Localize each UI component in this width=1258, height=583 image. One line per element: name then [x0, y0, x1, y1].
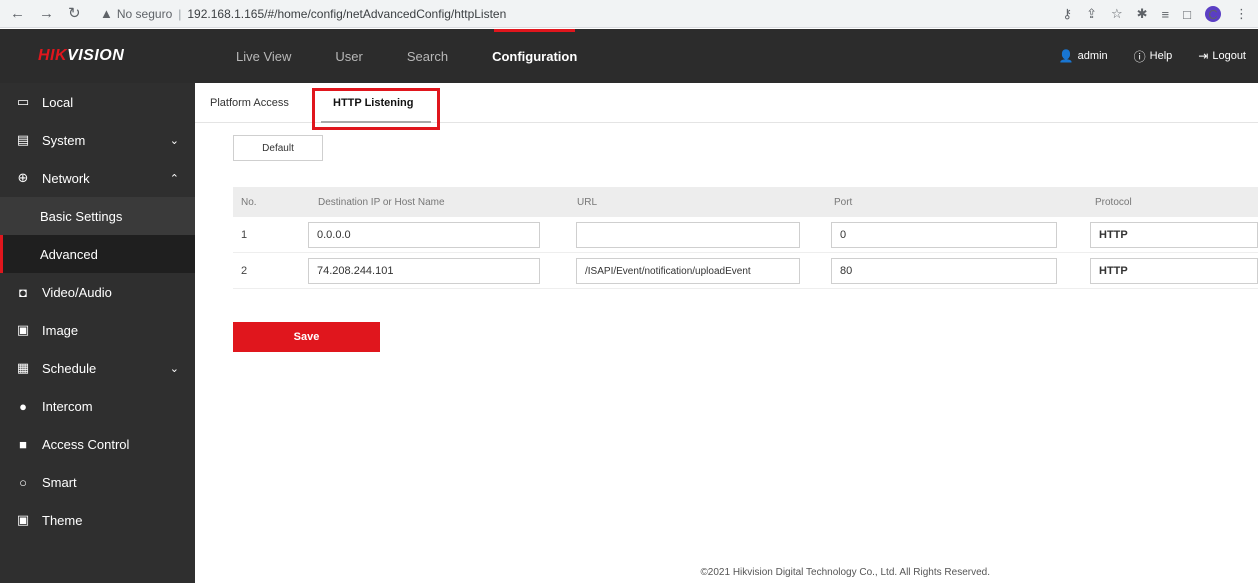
app-header: HIK VISION Live View User Search Configur…	[0, 29, 1258, 83]
logout-icon: ⇥	[1198, 49, 1209, 63]
user-menu[interactable]: 👤 admin	[1059, 49, 1108, 63]
port-input[interactable]: 0	[831, 222, 1057, 248]
protocol-select[interactable]: HTTP	[1090, 258, 1258, 284]
main-nav: Live View User Search Configuration	[236, 29, 621, 83]
main-content: Platform Access HTTP Listening Default N…	[195, 83, 1258, 583]
table-row: 1 0.0.0.0 0 HTTP	[233, 217, 1258, 253]
nav-configuration[interactable]: Configuration	[492, 29, 577, 83]
destination-input[interactable]: 0.0.0.0	[308, 222, 540, 248]
user-icon: 👤	[1058, 49, 1074, 63]
help-button[interactable]: ⓘ Help	[1134, 48, 1173, 65]
url-input[interactable]: /ISAPI/Event/notification/uploadEvent	[576, 258, 800, 284]
system-icon: ▤	[16, 132, 30, 147]
default-button[interactable]: Default	[233, 135, 323, 161]
security-label[interactable]: No seguro	[117, 7, 172, 21]
profile-avatar[interactable]: C	[1205, 6, 1221, 22]
star-icon[interactable]: ☆	[1111, 6, 1123, 22]
monitor-icon: ▭	[16, 94, 30, 109]
protocol-select[interactable]: HTTP	[1090, 222, 1258, 248]
help-label: Help	[1149, 50, 1173, 62]
nav-live-view[interactable]: Live View	[236, 29, 291, 83]
user-name: admin	[1077, 50, 1108, 62]
sidebar-item-schedule[interactable]: ▦ Schedule ⌄	[0, 349, 195, 387]
hikvision-logo: HIK VISION	[38, 47, 125, 64]
sidebar-item-basic-settings[interactable]: Basic Settings	[0, 197, 195, 235]
sidebar-label: Access Control	[42, 436, 130, 452]
destination-input[interactable]: 74.208.244.101	[308, 258, 540, 284]
header-actions: 👤 admin ⓘ Help ⇥ Logout	[1059, 29, 1246, 83]
tab-bar: Platform Access HTTP Listening	[195, 83, 1258, 130]
sidebar-label: System	[42, 132, 86, 148]
sidebar-item-smart[interactable]: ○ Smart	[0, 463, 195, 501]
browser-toolbar: ← → ↻ ▲ No seguro | 192.168.1.165/#/home…	[0, 0, 1258, 28]
key-icon[interactable]: ⚷	[1063, 6, 1073, 22]
browser-actions: ⚷ ⇪ ☆ ✱ ≡ □ C ⋮	[1063, 0, 1248, 28]
globe-icon: ⊕	[17, 170, 29, 185]
share-icon[interactable]: ⇪	[1086, 6, 1097, 22]
menu-kebab-icon[interactable]: ⋮	[1235, 6, 1248, 22]
chevron-down-icon: ⌄	[169, 362, 179, 375]
sidebar-item-access-control[interactable]: ■ Access Control	[0, 425, 195, 463]
sidebar: ▭ Local ▤ System ⌄ ⊕ Network ⌃ Basic Set…	[0, 83, 195, 583]
extensions-icon[interactable]: ✱	[1137, 6, 1148, 22]
sidebar-label: Schedule	[42, 360, 97, 376]
mic-icon: ●	[19, 398, 27, 414]
bulb-icon: ○	[19, 474, 27, 490]
camera-icon: ◘	[19, 284, 27, 300]
url-separator: |	[178, 6, 182, 21]
col-destination: Destination IP or Host Name	[318, 196, 445, 208]
sidebar-label: Video/Audio	[42, 284, 112, 300]
col-port: Port	[834, 196, 853, 208]
port-input[interactable]: 80	[831, 258, 1057, 284]
sidebar-item-intercom[interactable]: ● Intercom	[0, 387, 195, 425]
row-number: 1	[241, 229, 248, 241]
info-icon: ⓘ	[1133, 49, 1146, 64]
sidebar-item-network[interactable]: ⊕ Network ⌃	[0, 159, 195, 197]
nav-search[interactable]: Search	[407, 29, 448, 83]
address-bar[interactable]: 192.168.1.165/#/home/config/netAdvancedC…	[187, 7, 506, 21]
browser-nav: ← → ↻	[0, 6, 100, 21]
sidebar-item-advanced[interactable]: Advanced	[0, 235, 195, 273]
sidebar-item-theme[interactable]: ▣ Theme	[0, 501, 195, 539]
url-input[interactable]	[576, 222, 800, 248]
table-header: No. Destination IP or Host Name URL Port…	[233, 187, 1258, 217]
lock-icon: ■	[19, 436, 27, 452]
sidebar-item-system[interactable]: ▤ System ⌄	[0, 121, 195, 159]
reload-icon[interactable]: ↻	[68, 6, 81, 21]
logout-label: Logout	[1212, 50, 1246, 62]
tab-platform-access[interactable]: Platform Access	[210, 83, 289, 123]
split-view-icon[interactable]: □	[1183, 7, 1191, 22]
image-icon: ▣	[16, 322, 30, 337]
annotation-highlight-box	[312, 88, 440, 130]
sidebar-label: Image	[42, 322, 79, 338]
sidebar-label: Local	[42, 94, 74, 110]
theme-icon: ▣	[16, 512, 30, 527]
sidebar-item-local[interactable]: ▭ Local	[0, 83, 195, 121]
sidebar-label: Network	[42, 170, 90, 186]
back-arrow-icon[interactable]: ←	[10, 6, 25, 21]
col-protocol: Protocol	[1095, 196, 1132, 208]
nav-user[interactable]: User	[335, 29, 362, 83]
sidebar-item-video-audio[interactable]: ◘ Video/Audio	[0, 273, 195, 311]
sidebar-label: Theme	[42, 512, 83, 528]
copyright-footer: ©2021 Hikvision Digital Technology Co., …	[700, 567, 990, 578]
col-url: URL	[577, 196, 598, 208]
schedule-icon: ▦	[16, 360, 30, 375]
warning-icon[interactable]: ▲	[100, 6, 113, 21]
table-row: 2 74.208.244.101 /ISAPI/Event/notificati…	[233, 253, 1258, 289]
sidebar-label: Smart	[42, 474, 77, 490]
sidebar-item-image[interactable]: ▣ Image	[0, 311, 195, 349]
sidebar-label: Intercom	[42, 398, 93, 414]
reading-list-icon[interactable]: ≡	[1162, 7, 1170, 22]
chevron-up-icon: ⌃	[169, 172, 179, 185]
chevron-down-icon: ⌄	[169, 134, 179, 147]
col-no: No.	[241, 196, 257, 208]
forward-arrow-icon[interactable]: →	[39, 6, 54, 21]
logout-button[interactable]: ⇥ Logout	[1198, 49, 1246, 63]
save-button[interactable]: Save	[233, 322, 380, 352]
http-listening-table: No. Destination IP or Host Name URL Port…	[233, 187, 1258, 289]
row-number: 2	[241, 265, 248, 277]
